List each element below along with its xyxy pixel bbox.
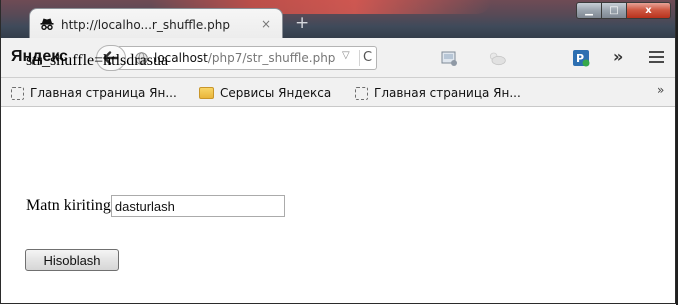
close-window-button[interactable]: x — [627, 2, 671, 19]
url-dropdown-icon[interactable]: ▽ — [342, 50, 350, 61]
shuffle-result-text: str_shuffle=htlsdrasua — [26, 52, 169, 69]
page-icon — [11, 86, 24, 100]
bookmark-item[interactable]: Главная страница Ян... — [11, 85, 177, 101]
bookmark-label: Сервисы Яндекса — [220, 86, 332, 100]
maximize-icon: □ — [609, 5, 619, 16]
input-row: Matn kiriting — [26, 195, 285, 217]
tab-str-shuffle[interactable]: http://localho...r_shuffle.php × — [29, 8, 283, 39]
new-tab-icon[interactable]: + — [295, 15, 309, 32]
url-path: /php7/str_shuffle.php — [207, 51, 336, 65]
reload-icon[interactable]: C — [363, 50, 372, 65]
tab-close-icon[interactable]: × — [261, 17, 271, 31]
url-separator — [359, 50, 360, 66]
bookmark-label: Главная страница Ян... — [374, 86, 521, 100]
bookmarks-bar: Главная страница Ян... Сервисы Яндекса Г… — [1, 78, 675, 107]
hamburger-menu-icon[interactable] — [649, 51, 664, 64]
weather-icon[interactable] — [487, 48, 507, 68]
page-icon — [355, 86, 368, 100]
toolbar-overflow-icon[interactable]: » — [613, 47, 623, 66]
input-label: Matn kiriting — [26, 197, 111, 214]
minimize-icon: ▁ — [585, 5, 593, 16]
browser-window: http://localho...r_shuffle.php × + ▁ □ x… — [0, 0, 676, 304]
extension-p-icon[interactable]: P — [571, 48, 591, 68]
hisoblash-button[interactable]: Hisoblash — [25, 249, 119, 271]
bookmark-item[interactable]: Главная страница Ян... — [355, 85, 521, 101]
minimize-button[interactable]: ▁ — [576, 2, 602, 19]
bookmark-label: Главная страница Ян... — [30, 86, 177, 100]
tab-title: http://localho...r_shuffle.php — [61, 18, 230, 32]
url-text[interactable]: localhost/php7/str_shuffle.php — [154, 51, 338, 65]
window-controls: ▁ □ x — [576, 2, 671, 20]
private-browsing-icon — [40, 18, 54, 31]
bookmarks-overflow-icon[interactable]: » — [657, 83, 664, 97]
maximize-button[interactable]: □ — [602, 2, 627, 19]
bookmark-folder[interactable]: Сервисы Яндекса — [199, 85, 331, 101]
screenshot-icon[interactable] — [439, 48, 459, 68]
text-input[interactable] — [110, 195, 285, 217]
folder-icon — [199, 87, 214, 99]
titlebar: http://localho...r_shuffle.php × + ▁ □ x — [1, 0, 675, 39]
close-window-icon: x — [645, 5, 652, 16]
